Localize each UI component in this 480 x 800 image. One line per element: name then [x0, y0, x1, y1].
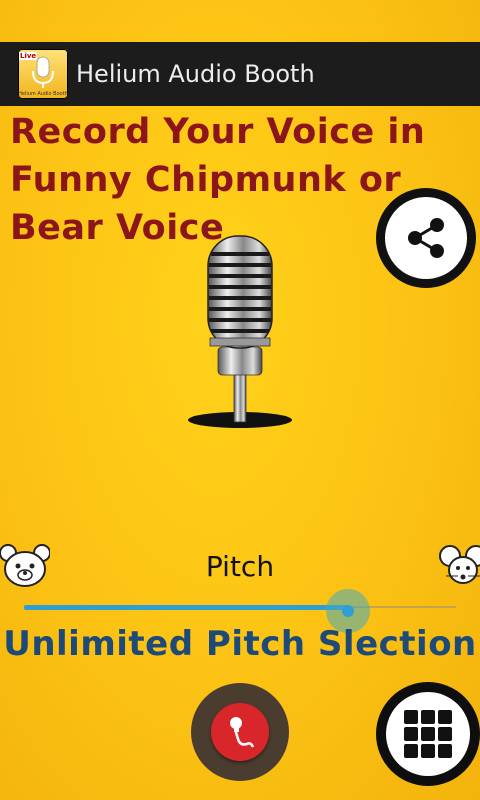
share-icon [385, 197, 467, 279]
grid-menu-icon [386, 692, 470, 776]
action-bar: Live Helium Audio Booth Helium Audio Boo… [0, 42, 480, 106]
app-icon: Live Helium Audio Booth [18, 49, 68, 99]
pitch-slider[interactable] [24, 589, 456, 633]
microphone-icon[interactable] [180, 232, 300, 432]
pitch-label: Pitch [205, 550, 275, 583]
app-icon-caption: Helium Audio Booth [18, 91, 68, 97]
menu-button[interactable] [376, 682, 480, 786]
record-button[interactable] [191, 683, 289, 781]
app-title: Helium Audio Booth [76, 60, 315, 88]
share-button[interactable] [376, 188, 476, 288]
app-icon-badge: Live [19, 52, 38, 60]
pitch-slider-thumb[interactable] [342, 605, 354, 617]
pitch-slider-fill [24, 605, 348, 610]
status-bar [0, 0, 480, 42]
tagline: Unlimited Pitch Slection [3, 624, 477, 664]
record-microphone-icon [211, 703, 269, 761]
